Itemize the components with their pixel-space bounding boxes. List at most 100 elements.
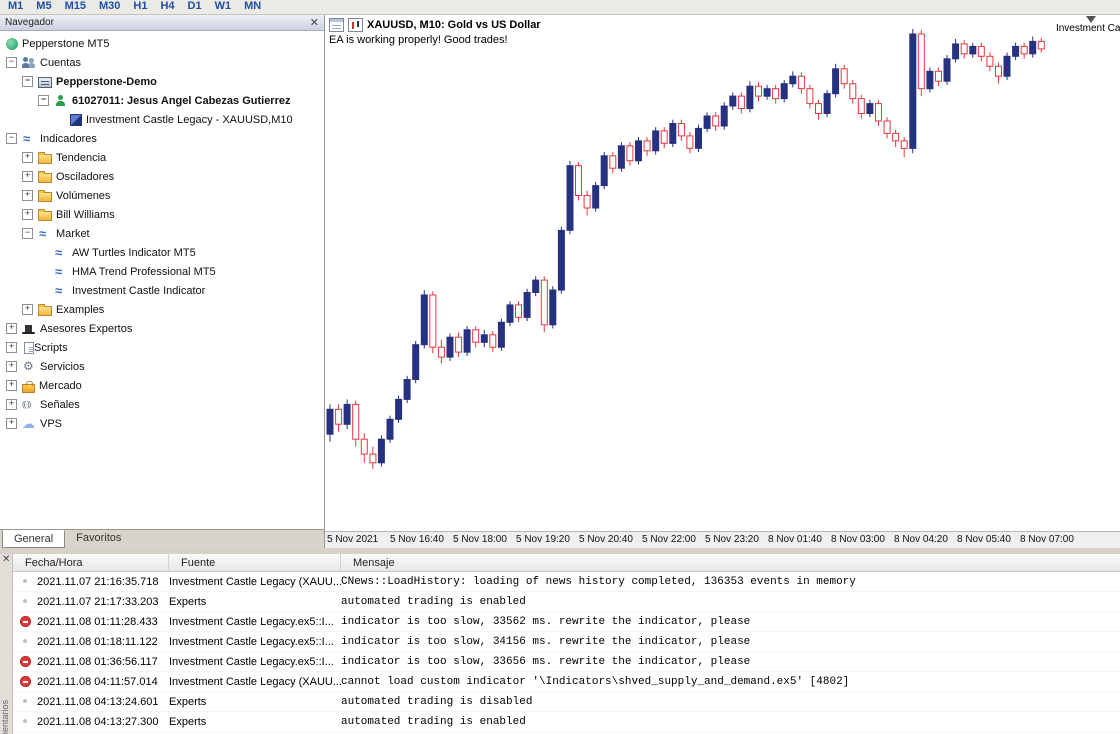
- tree-item-pepperstone-mt5[interactable]: Pepperstone MT5: [0, 34, 324, 53]
- tree-item-hma-trend-professional-mt5[interactable]: HMA Trend Professional MT5: [0, 262, 324, 281]
- close-journal-button[interactable]: ✕: [2, 555, 10, 565]
- account-icon: [54, 94, 68, 107]
- journal-row[interactable]: 2021.11.08 01:36:56.117Investment Castle…: [13, 652, 1120, 672]
- timeframe-h1[interactable]: H1: [133, 0, 147, 12]
- journal-row[interactable]: 2021.11.08 04:11:57.014Investment Castle…: [13, 672, 1120, 692]
- close-navigator-button[interactable]: ✕: [310, 18, 319, 28]
- bull-candle: [653, 131, 659, 151]
- tree-expander[interactable]: +: [6, 323, 17, 334]
- tree-expander[interactable]: −: [22, 76, 33, 87]
- bull-candle: [696, 128, 702, 148]
- error-icon: [20, 676, 31, 687]
- tree-item-aw-turtles-indicator-mt5[interactable]: AW Turtles Indicator MT5: [0, 243, 324, 262]
- bull-candle: [601, 156, 607, 186]
- tree-item-se-ales[interactable]: +Señales: [0, 395, 324, 414]
- tree-item-vol-menes[interactable]: +Volúmenes: [0, 186, 324, 205]
- log-time: 2021.11.08 01:18:11.122: [37, 636, 158, 648]
- tree-item-label: Bill Williams: [56, 209, 115, 221]
- bear-candle: [661, 131, 667, 143]
- bull-candle: [910, 34, 916, 148]
- candlestick-canvas[interactable]: [325, 15, 1075, 515]
- tree-expander[interactable]: +: [22, 171, 33, 182]
- journal-row[interactable]: 2021.11.08 01:11:28.433Investment Castle…: [13, 612, 1120, 632]
- tree-item-investment-castle-indicator[interactable]: Investment Castle Indicator: [0, 281, 324, 300]
- bear-candle: [893, 133, 899, 141]
- folder-icon: [38, 173, 52, 183]
- journal-row[interactable]: 2021.11.08 01:18:11.122 Investment Castle…: [13, 632, 1120, 652]
- timeframe-d1[interactable]: D1: [188, 0, 202, 12]
- log-message: CNews::LoadHistory: loading of news hist…: [341, 576, 1120, 588]
- tab-comentarios[interactable]: Comentarios: [0, 700, 11, 734]
- tree-expander[interactable]: +: [22, 152, 33, 163]
- tree-expander[interactable]: +: [6, 361, 17, 372]
- tree-item-label: Asesores Expertos: [40, 323, 132, 335]
- bull-candle: [558, 230, 564, 290]
- tree-expander[interactable]: −: [22, 228, 33, 239]
- tree-item-tendencia[interactable]: +Tendencia: [0, 148, 324, 167]
- vps-icon: [22, 417, 36, 430]
- timeframe-m15[interactable]: M15: [65, 0, 86, 12]
- bull-candle: [344, 404, 350, 424]
- timeframe-m30[interactable]: M30: [99, 0, 120, 12]
- bear-candle: [336, 409, 342, 424]
- tree-expander[interactable]: +: [22, 304, 33, 315]
- journal-row[interactable]: 2021.11.08 04:13:24.601Expertsautomated …: [13, 692, 1120, 712]
- tree-item-market[interactable]: −Market: [0, 224, 324, 243]
- bear-candle: [756, 86, 762, 96]
- tree-item-label: HMA Trend Professional MT5: [72, 266, 216, 278]
- bear-candle: [644, 141, 650, 151]
- bull-candle: [764, 89, 770, 97]
- signals-icon: [22, 398, 36, 411]
- tree-item-investment-castle-legacy-xauusd-m10[interactable]: Investment Castle Legacy - XAUUSD,M10: [0, 110, 324, 129]
- column-fuente: Fuente: [169, 554, 341, 571]
- tree-expander[interactable]: +: [6, 418, 17, 429]
- timeframe-m1[interactable]: M1: [8, 0, 23, 12]
- tree-item-osciladores[interactable]: +Osciladores: [0, 167, 324, 186]
- tree-item-scripts[interactable]: +Scripts: [0, 338, 324, 357]
- indicator-name-label: Investment Castle: [1056, 23, 1120, 34]
- tree-item-pepperstone-demo[interactable]: −Pepperstone-Demo: [0, 72, 324, 91]
- bull-candle: [378, 439, 384, 463]
- tree-item-mercado[interactable]: +Mercado: [0, 376, 324, 395]
- timeframe-m5[interactable]: M5: [36, 0, 51, 12]
- bull-candle: [447, 337, 453, 357]
- tree-item-asesores-expertos[interactable]: + Asesores Expertos: [0, 319, 324, 338]
- tree-expander[interactable]: +: [22, 209, 33, 220]
- timeframe-h4[interactable]: H4: [160, 0, 174, 12]
- timeframe-mn[interactable]: MN: [244, 0, 261, 12]
- tree-item-label: AW Turtles Indicator MT5: [72, 247, 196, 259]
- tree-expander[interactable]: +: [6, 342, 17, 353]
- indicator-icon: [54, 265, 68, 278]
- tab-favoritos[interactable]: Favoritos: [65, 530, 132, 548]
- journal-row[interactable]: 2021.11.07 21:16:35.718Investment Castle…: [13, 572, 1120, 592]
- tree-item-examples[interactable]: +Examples: [0, 300, 324, 319]
- log-time: 2021.11.07 21:17:33.203: [37, 596, 159, 608]
- tree-expander[interactable]: −: [6, 57, 17, 68]
- journal-row[interactable]: 2021.11.08 04:13:27.300Expertsautomated …: [13, 712, 1120, 732]
- tree-item-indicadores[interactable]: −Indicadores: [0, 129, 324, 148]
- bull-candle: [670, 124, 676, 144]
- tree-item-61027011-jesus-angel-cabezas-gutierrez[interactable]: −61027011: Jesus Angel Cabezas Gutierrez: [0, 91, 324, 110]
- timeframe-w1[interactable]: W1: [215, 0, 232, 12]
- log-source: Investment Castle Legacy.ex5::I...: [169, 656, 341, 668]
- tree-expander[interactable]: +: [6, 399, 17, 410]
- tree-expander[interactable]: −: [38, 95, 49, 106]
- tree-item-bill-williams[interactable]: + Bill Williams: [0, 205, 324, 224]
- tree-expander[interactable]: +: [6, 380, 17, 391]
- tree-expander[interactable]: +: [22, 190, 33, 201]
- tree-item-cuentas[interactable]: −Cuentas: [0, 53, 324, 72]
- log-source: Investment Castle Legacy.ex5::I...: [169, 636, 341, 648]
- tab-general[interactable]: General: [2, 530, 65, 548]
- folder-icon: [38, 154, 52, 164]
- time-axis-label: 8 Nov 03:00: [831, 534, 885, 545]
- bear-candle: [901, 141, 907, 149]
- tree-item-servicios[interactable]: +Servicios: [0, 357, 324, 376]
- tree-item-vps[interactable]: +VPS: [0, 414, 324, 433]
- chart-area[interactable]: XAUUSD, M10: Gold vs US Dollar EA is wor…: [325, 15, 1120, 548]
- tree-expander[interactable]: −: [6, 133, 17, 144]
- time-axis[interactable]: 5 Nov 20215 Nov 16:405 Nov 18:005 Nov 19…: [325, 531, 1120, 548]
- journal-row[interactable]: 2021.11.07 21:17:33.203Expertsautomated …: [13, 592, 1120, 612]
- bull-candle: [1004, 56, 1010, 76]
- bull-candle: [507, 305, 513, 322]
- services-icon: [22, 360, 36, 373]
